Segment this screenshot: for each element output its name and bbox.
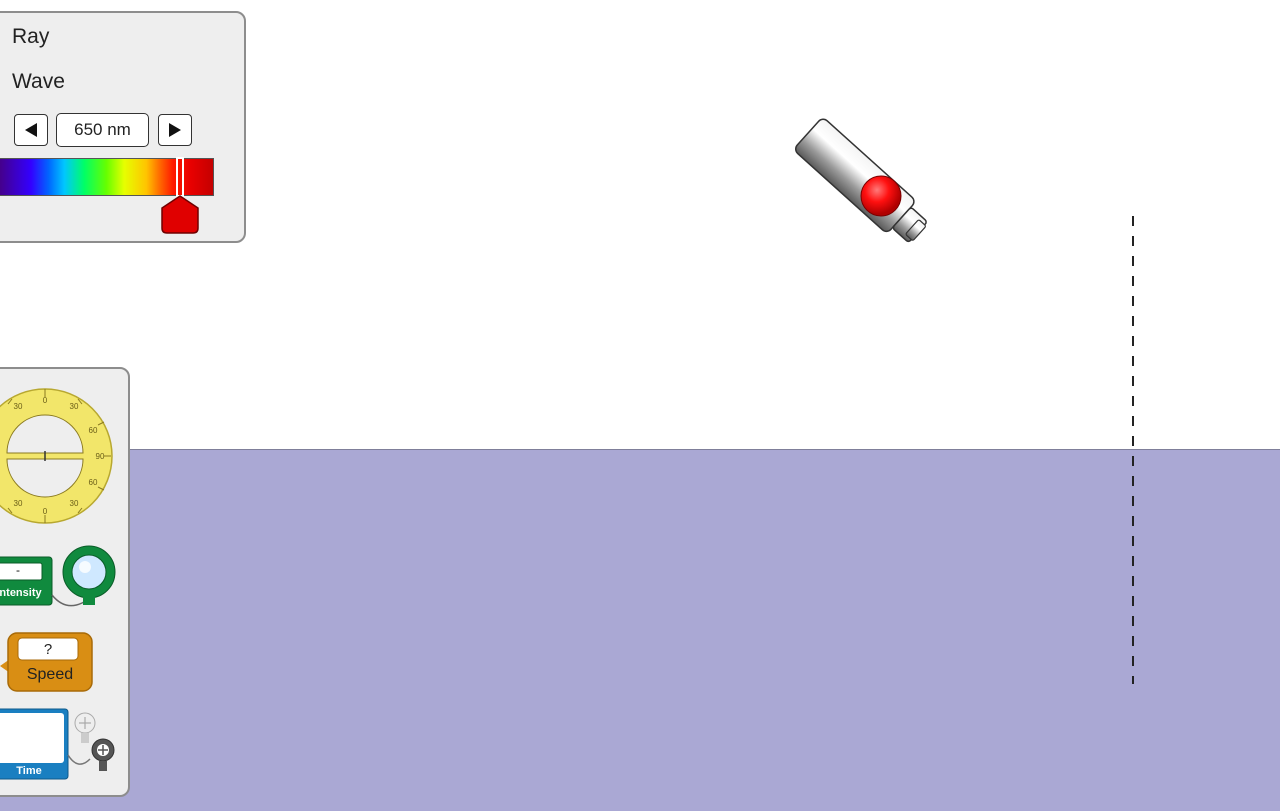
normal-line	[1132, 216, 1134, 684]
protractor-tick: 0	[43, 507, 48, 516]
speed-tool[interactable]: ? Speed	[0, 631, 94, 693]
protractor-tick: 30	[70, 499, 79, 508]
water-medium	[0, 449, 1280, 811]
tools-toolbox: 30 0 30 60 90 60 30 0 30 - Intensity ? S…	[0, 367, 130, 797]
intensity-probe-icon	[0, 545, 116, 607]
protractor-tick: 0	[43, 396, 48, 405]
intensity-label: Intensity	[0, 587, 42, 599]
protractor-icon[interactable]: 30 0 30 60 90 60 30 0 30	[0, 385, 116, 525]
speed-value: ?	[43, 641, 53, 658]
protractor-tick: 30	[14, 402, 23, 411]
light-options-panel: Ray Wave 650 nm	[0, 11, 246, 243]
protractor-tick: 90	[96, 452, 105, 461]
wavelength-value: 650 nm	[56, 113, 149, 147]
speed-label: Speed	[26, 666, 74, 683]
intensity-meter-tool[interactable]: - Intensity	[0, 539, 122, 619]
protractor-tick: 30	[70, 402, 79, 411]
right-arrow-icon	[169, 123, 181, 137]
time-label: Time	[16, 765, 42, 777]
slider-thumb-icon[interactable]	[158, 156, 202, 236]
protractor-tick: 30	[14, 499, 23, 508]
protractor-tick: 60	[89, 478, 98, 487]
wavelength-decrease-button[interactable]	[14, 114, 48, 146]
laser-icon[interactable]	[775, 95, 950, 260]
wave-mode-option[interactable]: Wave	[12, 70, 65, 94]
ray-mode-option[interactable]: Ray	[12, 25, 49, 49]
time-tool[interactable]: Time	[0, 707, 122, 781]
left-arrow-icon	[25, 123, 37, 137]
wavelength-increase-button[interactable]	[158, 114, 192, 146]
protractor-tick: 60	[89, 426, 98, 435]
intensity-value: -	[16, 563, 20, 577]
